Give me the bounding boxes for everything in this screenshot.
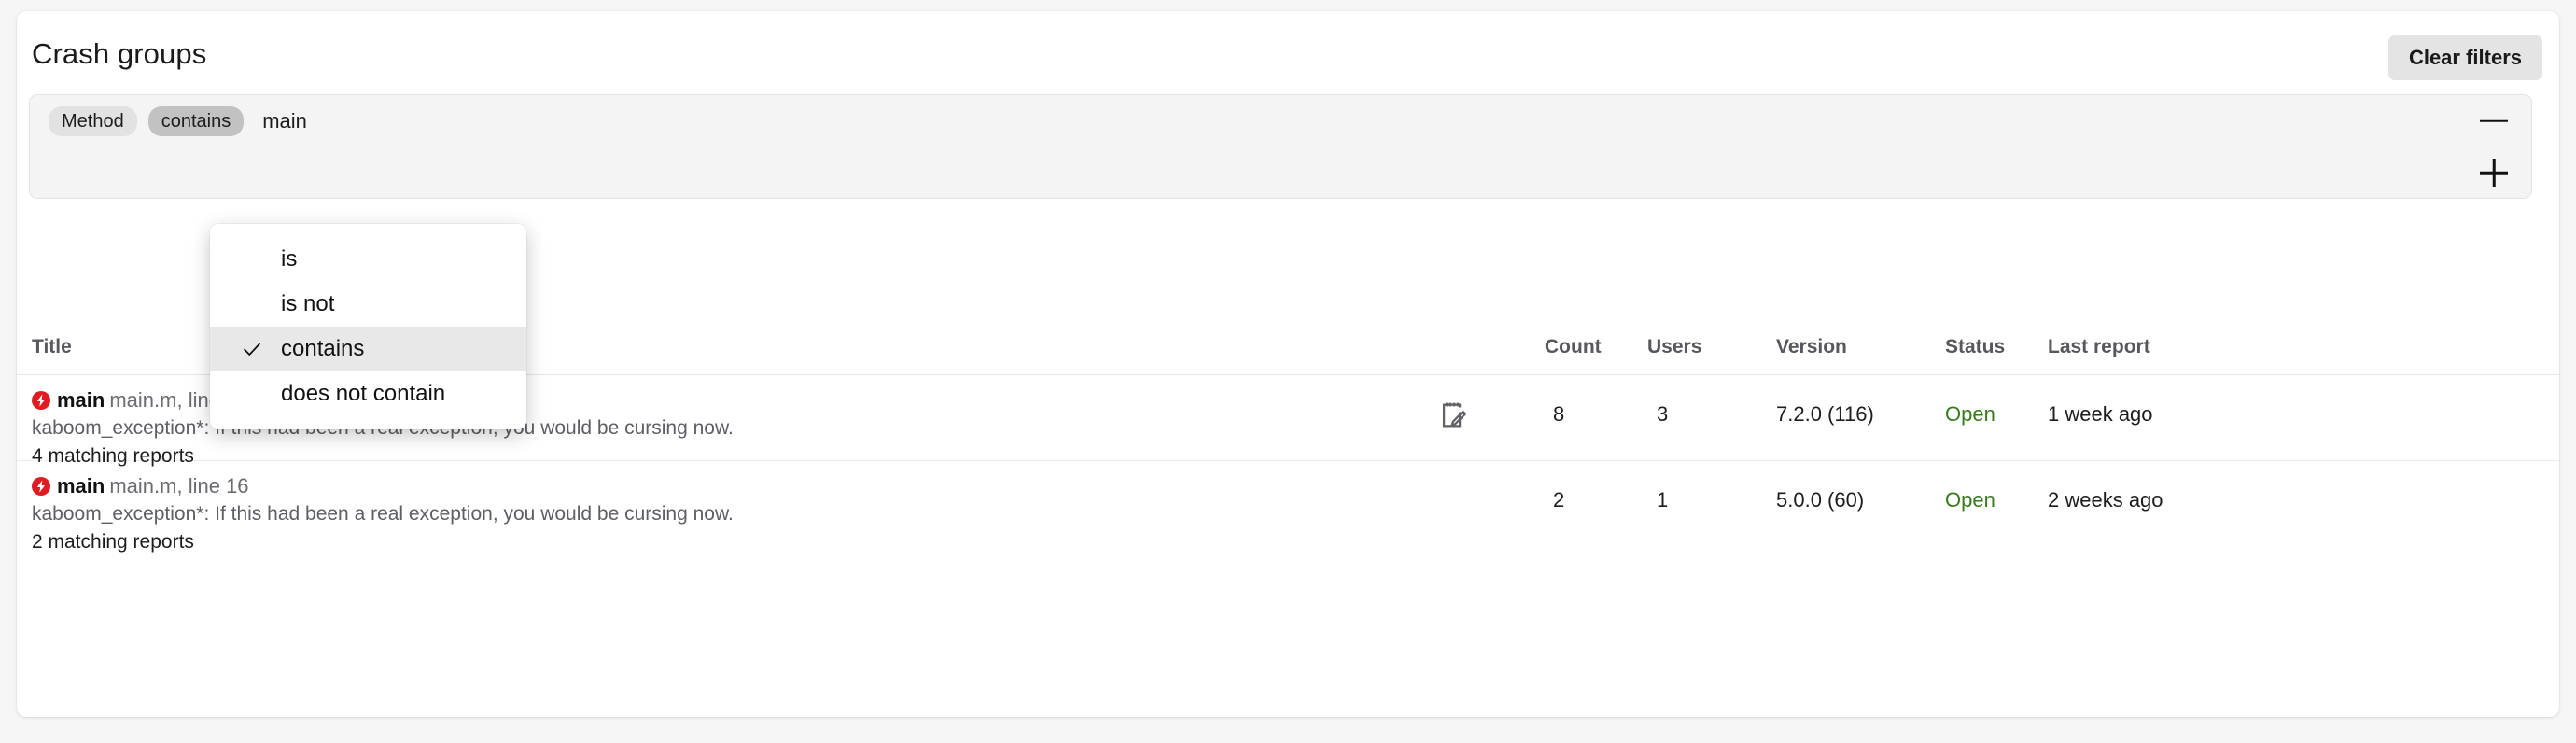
plus-icon[interactable] (2477, 156, 2511, 189)
crash-title-cell: mainmain.m, line 16 kaboom_exception*: I… (32, 473, 1432, 556)
crash-groups-card: Crash groups Clear filters Method contai… (17, 11, 2559, 717)
column-header-users[interactable]: Users (1647, 336, 1701, 358)
cell-last-report: 1 week ago (2048, 402, 2153, 426)
table-row[interactable]: mainmain.m, line 16 kaboom_exception*: I… (17, 461, 2559, 553)
minus-icon[interactable] (2477, 105, 2511, 138)
filter-field-chip[interactable]: Method (49, 105, 137, 136)
cell-count: 8 (1553, 402, 1565, 426)
status-badge: Open (1945, 488, 1995, 512)
note-edit-icon[interactable] (1437, 400, 1475, 437)
filter-row-1: Method contains main (30, 95, 2531, 147)
crash-exception-message: kaboom_exception*: If this had been a re… (32, 502, 734, 525)
dropdown-option-label: is (281, 246, 298, 272)
card-header: Crash groups Clear filters (17, 11, 2559, 86)
column-header-count[interactable]: Count (1545, 336, 1602, 358)
dropdown-option-label: does not contain (281, 381, 446, 406)
crash-error-icon (32, 476, 50, 496)
clear-filters-button[interactable]: Clear filters (2387, 35, 2542, 80)
dropdown-option-is-not[interactable]: is not (210, 282, 526, 327)
dropdown-option-label: is not (281, 291, 335, 316)
filter-panel: Method contains main (29, 94, 2532, 199)
crash-location: main.m, line 16 (109, 474, 249, 498)
crash-method-name: main (57, 474, 105, 498)
cell-last-report: 2 weeks ago (2048, 488, 2163, 512)
page-title: Crash groups (32, 37, 207, 70)
cell-count: 2 (1553, 488, 1565, 512)
status-badge: Open (1945, 402, 1995, 426)
filter-row-2 (30, 147, 2531, 198)
crash-matching-reports: 2 matching reports (32, 531, 194, 553)
column-header-status[interactable]: Status (1945, 336, 2005, 358)
cell-users: 1 (1657, 488, 1669, 512)
dropdown-option-does-not-contain[interactable]: does not contain (210, 372, 526, 416)
column-header-title[interactable]: Title (32, 336, 72, 358)
crash-title-line: main main.m, line 16 (32, 473, 1432, 499)
cell-version: 7.2.0 (116) (1776, 402, 1874, 426)
dropdown-option-contains[interactable]: contains (210, 327, 526, 372)
crash-error-icon (32, 390, 50, 410)
column-header-last-report[interactable]: Last report (2048, 336, 2150, 358)
operator-dropdown-menu: is is not contains does not contain (210, 224, 526, 429)
crash-method-name: main (57, 388, 105, 412)
dropdown-option-label: contains (281, 336, 365, 361)
filter-operator-chip[interactable]: contains (147, 105, 245, 136)
cell-users: 3 (1657, 402, 1669, 426)
column-header-version[interactable]: Version (1776, 336, 1847, 358)
filter-value-input[interactable]: main (262, 109, 307, 133)
cell-version: 5.0.0 (60) (1776, 488, 1865, 512)
checkmark-icon (242, 339, 262, 359)
dropdown-option-is[interactable]: is (210, 237, 526, 282)
